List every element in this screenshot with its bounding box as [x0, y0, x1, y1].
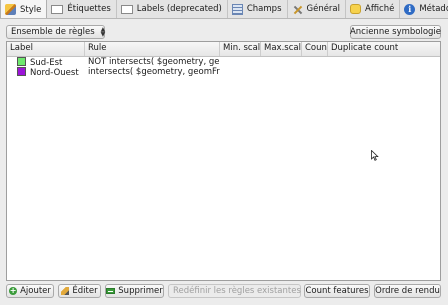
label-icon: [120, 4, 133, 14]
add-rule-label: Ajouter: [20, 286, 51, 296]
symbol-swatch: [17, 56, 26, 66]
table-row[interactable]: Sud-Est NOT intersects( $geometry, geo..…: [7, 56, 440, 68]
table-row[interactable]: Nord-Ouest intersects( $geometry, geomFr…: [7, 66, 440, 78]
tools-icon: [292, 4, 303, 15]
column-header-label[interactable]: Label: [7, 42, 85, 56]
column-header-rule[interactable]: Rule: [85, 42, 220, 56]
tab-general[interactable]: Général: [288, 0, 346, 18]
edit-rule-label: Éditer: [72, 286, 98, 296]
rule-expression: intersects( $geometry, geomFro...: [88, 67, 220, 77]
remove-icon: [106, 288, 116, 294]
tab-label: Général: [306, 4, 341, 14]
tab-label: Labels (deprecated): [136, 4, 222, 14]
remove-rule-button[interactable]: Supprimer: [105, 284, 164, 298]
column-header-min-scale[interactable]: Min. scale: [220, 42, 261, 56]
table-icon: [231, 3, 243, 15]
tab-labels-deprecated[interactable]: Labels (deprecated): [117, 0, 228, 18]
mouse-cursor-icon: [371, 150, 379, 161]
chevron-updown-icon: ▲ ▼: [100, 26, 106, 38]
refine-rules-select[interactable]: Redéfinir les règles existantes ▼: [168, 284, 312, 298]
label-icon: [51, 4, 64, 14]
tab-metadonnees[interactable]: i Métadonnées: [400, 0, 448, 18]
edit-rule-button[interactable]: Éditer: [58, 284, 101, 298]
render-order-label: Ordre de rendu: [375, 286, 440, 296]
rule-label-cell: Nord-Ouest: [7, 66, 85, 78]
paint-brush-icon: [5, 4, 16, 15]
old-symbology-label: Ancienne symbologie: [349, 27, 442, 37]
count-features-button[interactable]: Count features: [304, 284, 370, 298]
table-header: Label Rule Min. scale Max.scale Count Du…: [7, 42, 440, 57]
tab-style[interactable]: Style: [0, 0, 48, 18]
tab-label: Étiquettes: [67, 4, 111, 14]
tab-champs[interactable]: Champs: [228, 0, 288, 18]
column-header-max-scale[interactable]: Max.scale: [261, 42, 302, 56]
add-rule-button[interactable]: + Ajouter: [6, 284, 54, 298]
tab-label: Métadonnées: [419, 4, 448, 14]
old-symbology-button[interactable]: Ancienne symbologie: [350, 25, 441, 39]
speech-bubble-icon: [350, 4, 361, 14]
symbol-swatch: [17, 66, 26, 76]
render-order-button[interactable]: Ordre de rendu: [374, 284, 441, 298]
add-icon: +: [9, 286, 18, 295]
rule-label: Nord-Ouest: [30, 67, 79, 78]
tab-bar: Style Étiquettes Labels (deprecated) Cha…: [0, 0, 448, 19]
info-icon: i: [404, 3, 416, 15]
tab-label: Style: [20, 4, 42, 15]
refine-rules-label: Redéfinir les règles existantes: [173, 286, 301, 296]
tab-affiche[interactable]: Affiché: [346, 0, 401, 18]
renderer-type-value: Ensemble de règles: [11, 27, 95, 37]
column-header-duplicate-count[interactable]: Duplicate count: [328, 42, 440, 56]
remove-rule-label: Supprimer: [118, 286, 163, 296]
rules-tree[interactable]: Label Rule Min. scale Max.scale Count Du…: [6, 41, 441, 281]
pencil-icon: [61, 287, 70, 295]
tab-label: Champs: [246, 4, 282, 14]
column-header-count[interactable]: Count: [302, 42, 328, 56]
rule-expression: NOT intersects( $geometry, geo...: [88, 57, 220, 67]
tab-etiquettes[interactable]: Étiquettes: [47, 0, 117, 18]
count-features-label: Count features: [305, 286, 369, 296]
tab-label: Affiché: [365, 4, 395, 14]
renderer-type-select[interactable]: Ensemble de règles ▲ ▼: [6, 25, 105, 39]
